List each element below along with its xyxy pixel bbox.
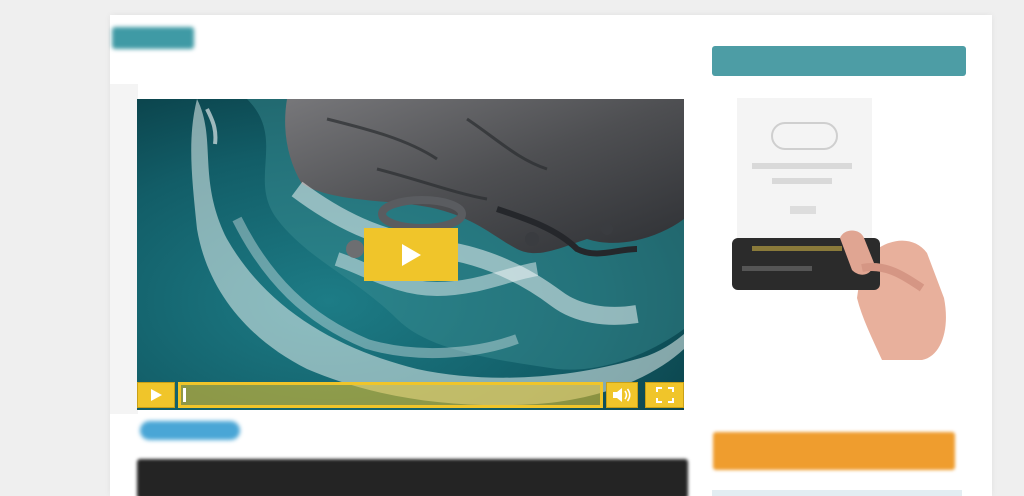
play-button[interactable] xyxy=(137,382,175,408)
big-play-button[interactable] xyxy=(364,228,458,281)
content-gutter xyxy=(110,84,138,414)
fullscreen-button[interactable] xyxy=(645,382,684,408)
play-icon xyxy=(151,389,162,401)
sidebar-header xyxy=(712,46,966,76)
next-widget-edge xyxy=(712,490,962,496)
post-meta xyxy=(140,56,210,64)
fullscreen-icon xyxy=(655,387,674,403)
promo-image[interactable] xyxy=(712,88,966,368)
volume-icon xyxy=(613,388,631,402)
progress-bar[interactable] xyxy=(178,382,603,408)
volume-button[interactable] xyxy=(606,382,638,408)
category-tag[interactable] xyxy=(112,27,194,49)
video-controls xyxy=(137,382,684,408)
cta-button[interactable] xyxy=(713,432,955,470)
progress-handle[interactable] xyxy=(183,388,186,402)
category-pill[interactable] xyxy=(140,421,240,440)
phone-in-hand-illustration xyxy=(712,88,966,368)
next-media-block xyxy=(137,459,688,496)
play-icon xyxy=(402,243,421,266)
